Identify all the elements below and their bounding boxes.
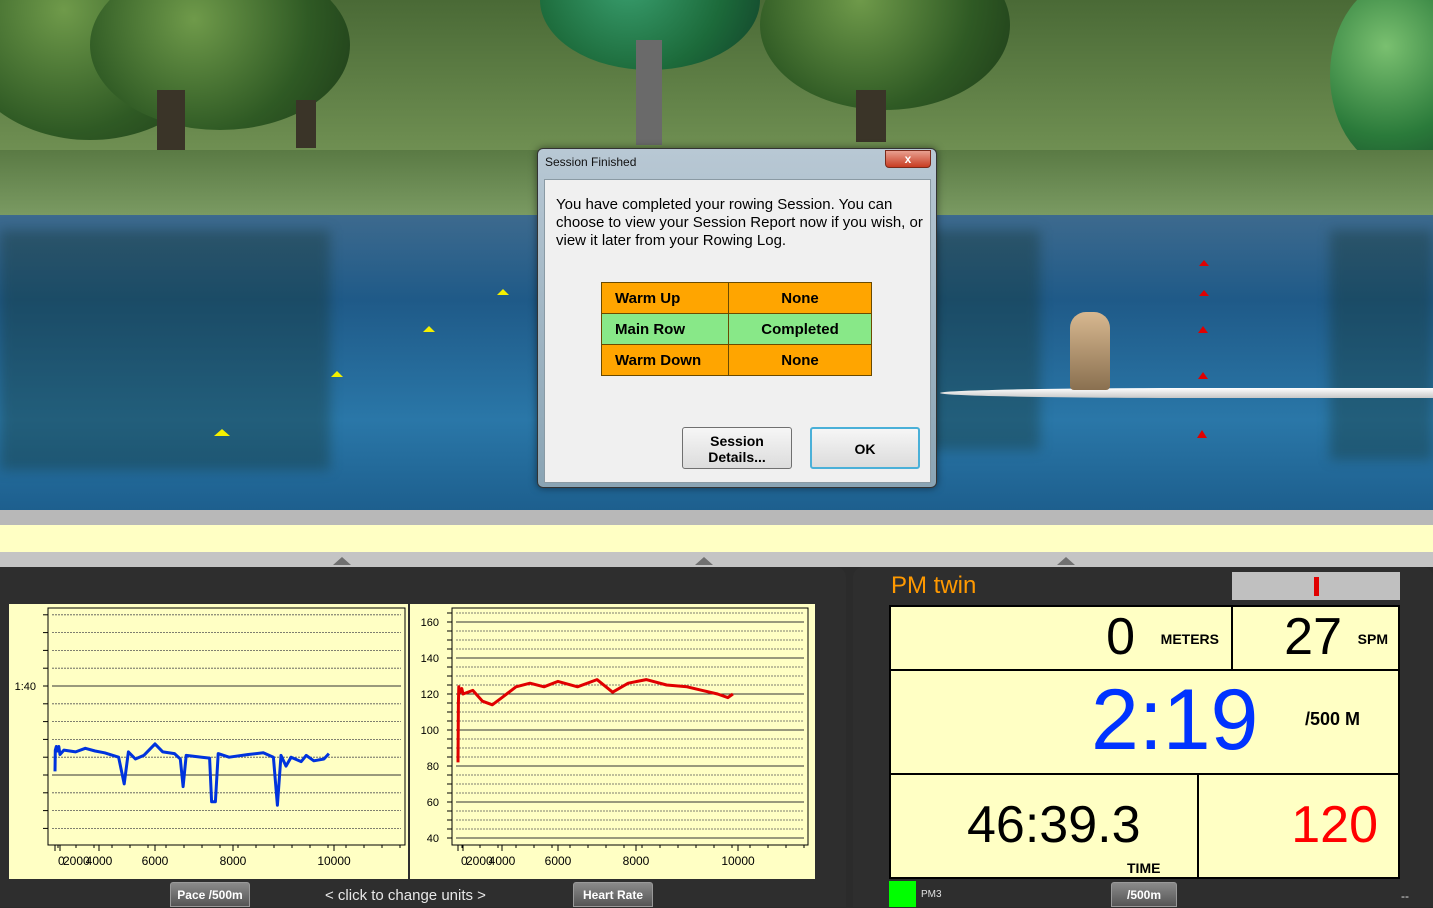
meters-label: METERS — [1160, 631, 1219, 647]
pace-value: 2:19 — [1091, 672, 1259, 768]
monitor-title: PM twin — [891, 572, 977, 599]
y-tick-label: 120 — [421, 689, 439, 701]
corner-label: -- — [1401, 889, 1409, 903]
y-tick-label: 1:40 — [15, 681, 36, 693]
y-tick-label: 140 — [421, 653, 439, 665]
pace-label: /500 M — [1305, 709, 1361, 729]
pm-label: PM3 — [921, 889, 942, 900]
x-tick-label: 4000 — [86, 854, 113, 868]
x-tick-label: 10000 — [317, 854, 351, 868]
pace-cell: 2:19 /500 M — [889, 669, 1400, 775]
x-tick-label: 10000 — [721, 854, 755, 868]
meters-cell: 0 METERS — [889, 605, 1233, 671]
x-tick-label: 8000 — [220, 854, 247, 868]
monitor-units-tab[interactable]: /500m — [1111, 882, 1177, 907]
pace-units-tab[interactable]: Pace /500m — [170, 882, 250, 907]
x-tick-label: 6000 — [545, 854, 572, 868]
time-label: TIME — [1127, 860, 1161, 876]
spm-label: SPM — [1357, 631, 1388, 647]
y-tick-label: 60 — [427, 797, 439, 809]
y-tick-label: 160 — [421, 617, 439, 629]
stroke-marker — [1314, 577, 1319, 596]
x-tick-label: 8000 — [623, 854, 650, 868]
stroke-indicator — [1232, 572, 1400, 600]
y-tick-label: 80 — [427, 761, 439, 773]
meters-value: 0 — [1106, 608, 1135, 666]
heart-rate-cell: 120 — [1197, 773, 1400, 879]
heart-rate-value: 120 — [1291, 796, 1378, 854]
time-cell: 46:39.3 TIME — [889, 773, 1199, 879]
x-tick-label: 6000 — [142, 854, 169, 868]
change-units-link[interactable]: < click to change units > — [325, 887, 486, 904]
plot-area — [47, 607, 406, 846]
time-value: 46:39.3 — [967, 796, 1141, 854]
y-tick-label: 100 — [421, 725, 439, 737]
x-tick-label: 4000 — [489, 854, 516, 868]
spm-cell: 27 SPM — [1231, 605, 1400, 671]
y-tick-label: 40 — [427, 833, 439, 845]
spm-value: 27 — [1284, 608, 1342, 666]
plot-area — [451, 607, 809, 846]
monitor-panel: PM twin 0 METERS 27 SPM 2:19 /500 M 46:3… — [853, 567, 1433, 907]
heart-rate-tab[interactable]: Heart Rate — [573, 882, 653, 907]
connection-status-indicator — [889, 881, 916, 907]
